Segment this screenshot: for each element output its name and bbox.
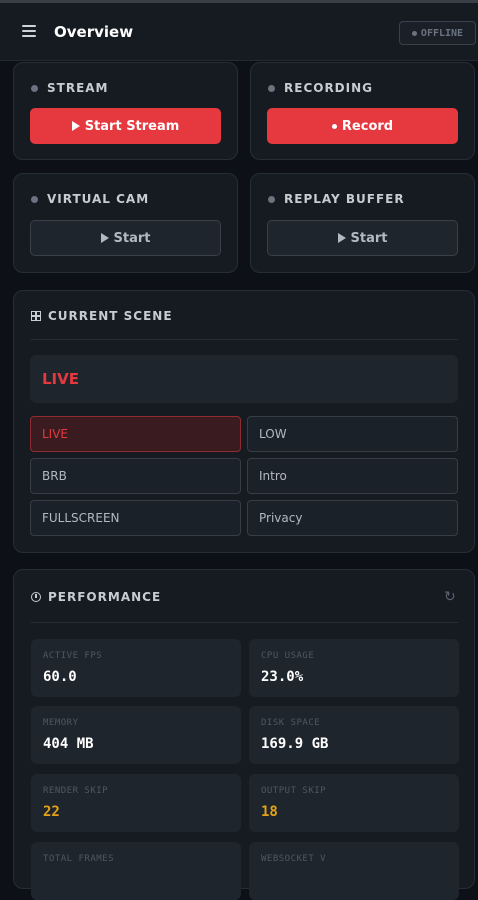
stat-active-fps: ACTIVE FPS 60.0 [31, 639, 241, 697]
stat-output-skip: OUTPUT SKIP 18 [249, 774, 459, 832]
refresh-icon[interactable]: ↻ [444, 590, 458, 604]
status-dot-icon [411, 30, 417, 36]
scene-button-low[interactable]: LOW [247, 416, 458, 452]
performance-card: PERFORMANCE ↻ ACTIVE FPS 60.0 CPU USAGE … [13, 569, 475, 900]
stream-label: STREAM [31, 81, 109, 95]
stream-status-dot-icon [31, 84, 38, 92]
scene-button-brb[interactable]: BRB [30, 458, 241, 494]
virtual-cam-status-dot-icon [31, 195, 38, 203]
scene-button-intro[interactable]: Intro [247, 458, 458, 494]
recording-status-dot-icon [268, 84, 275, 92]
play-icon [100, 233, 109, 243]
scene-button-privacy[interactable]: Privacy [247, 500, 458, 536]
stat-disk-space: DISK SPACE 169.9 GB [249, 706, 459, 764]
current-scene-title: CURRENT SCENE [31, 309, 173, 323]
record-dot-icon [331, 123, 337, 129]
replay-buffer-card: REPLAY BUFFER Start [250, 173, 475, 273]
virtual-cam-start-button[interactable]: Start [30, 220, 221, 256]
stat-websocket-version: WEBSOCKET V [249, 842, 459, 900]
divider [31, 622, 458, 623]
clock-icon [31, 592, 41, 602]
stream-card: STREAM Start Stream [13, 62, 238, 160]
status-text: OFFLINE [420, 27, 464, 39]
current-scene-card: CURRENT SCENE LIVE LIVE LOW BRB Intro FU… [13, 290, 475, 553]
grid-icon [31, 311, 41, 321]
virtual-cam-card: VIRTUAL CAM Start [13, 173, 238, 273]
recording-label: RECORDING [268, 81, 373, 95]
replay-buffer-status-dot-icon [268, 195, 275, 203]
recording-card: RECORDING Record [250, 62, 475, 160]
play-icon [337, 233, 346, 243]
start-stream-button[interactable]: Start Stream [30, 108, 221, 144]
performance-title: PERFORMANCE [31, 590, 161, 604]
replay-buffer-start-button[interactable]: Start [267, 220, 458, 256]
record-button[interactable]: Record [267, 108, 458, 144]
page-title: Overview [54, 23, 134, 41]
status-badge: OFFLINE [399, 21, 476, 45]
play-icon [71, 121, 80, 131]
current-scene-display: LIVE [30, 355, 458, 403]
current-scene-name: LIVE [42, 370, 79, 388]
stat-cpu-usage: CPU USAGE 23.0% [249, 639, 459, 697]
replay-buffer-label: REPLAY BUFFER [268, 192, 405, 206]
divider [31, 339, 458, 340]
stat-memory: MEMORY 404 MB [31, 706, 241, 764]
stat-render-skip: RENDER SKIP 22 [31, 774, 241, 832]
app-header: Overview OFFLINE [0, 3, 478, 61]
scene-button-live[interactable]: LIVE [30, 416, 241, 452]
virtual-cam-label: VIRTUAL CAM [31, 192, 149, 206]
stat-total-frames: TOTAL FRAMES [31, 842, 241, 900]
hamburger-icon[interactable] [22, 25, 36, 37]
scene-button-fullscreen[interactable]: FULLSCREEN [30, 500, 241, 536]
